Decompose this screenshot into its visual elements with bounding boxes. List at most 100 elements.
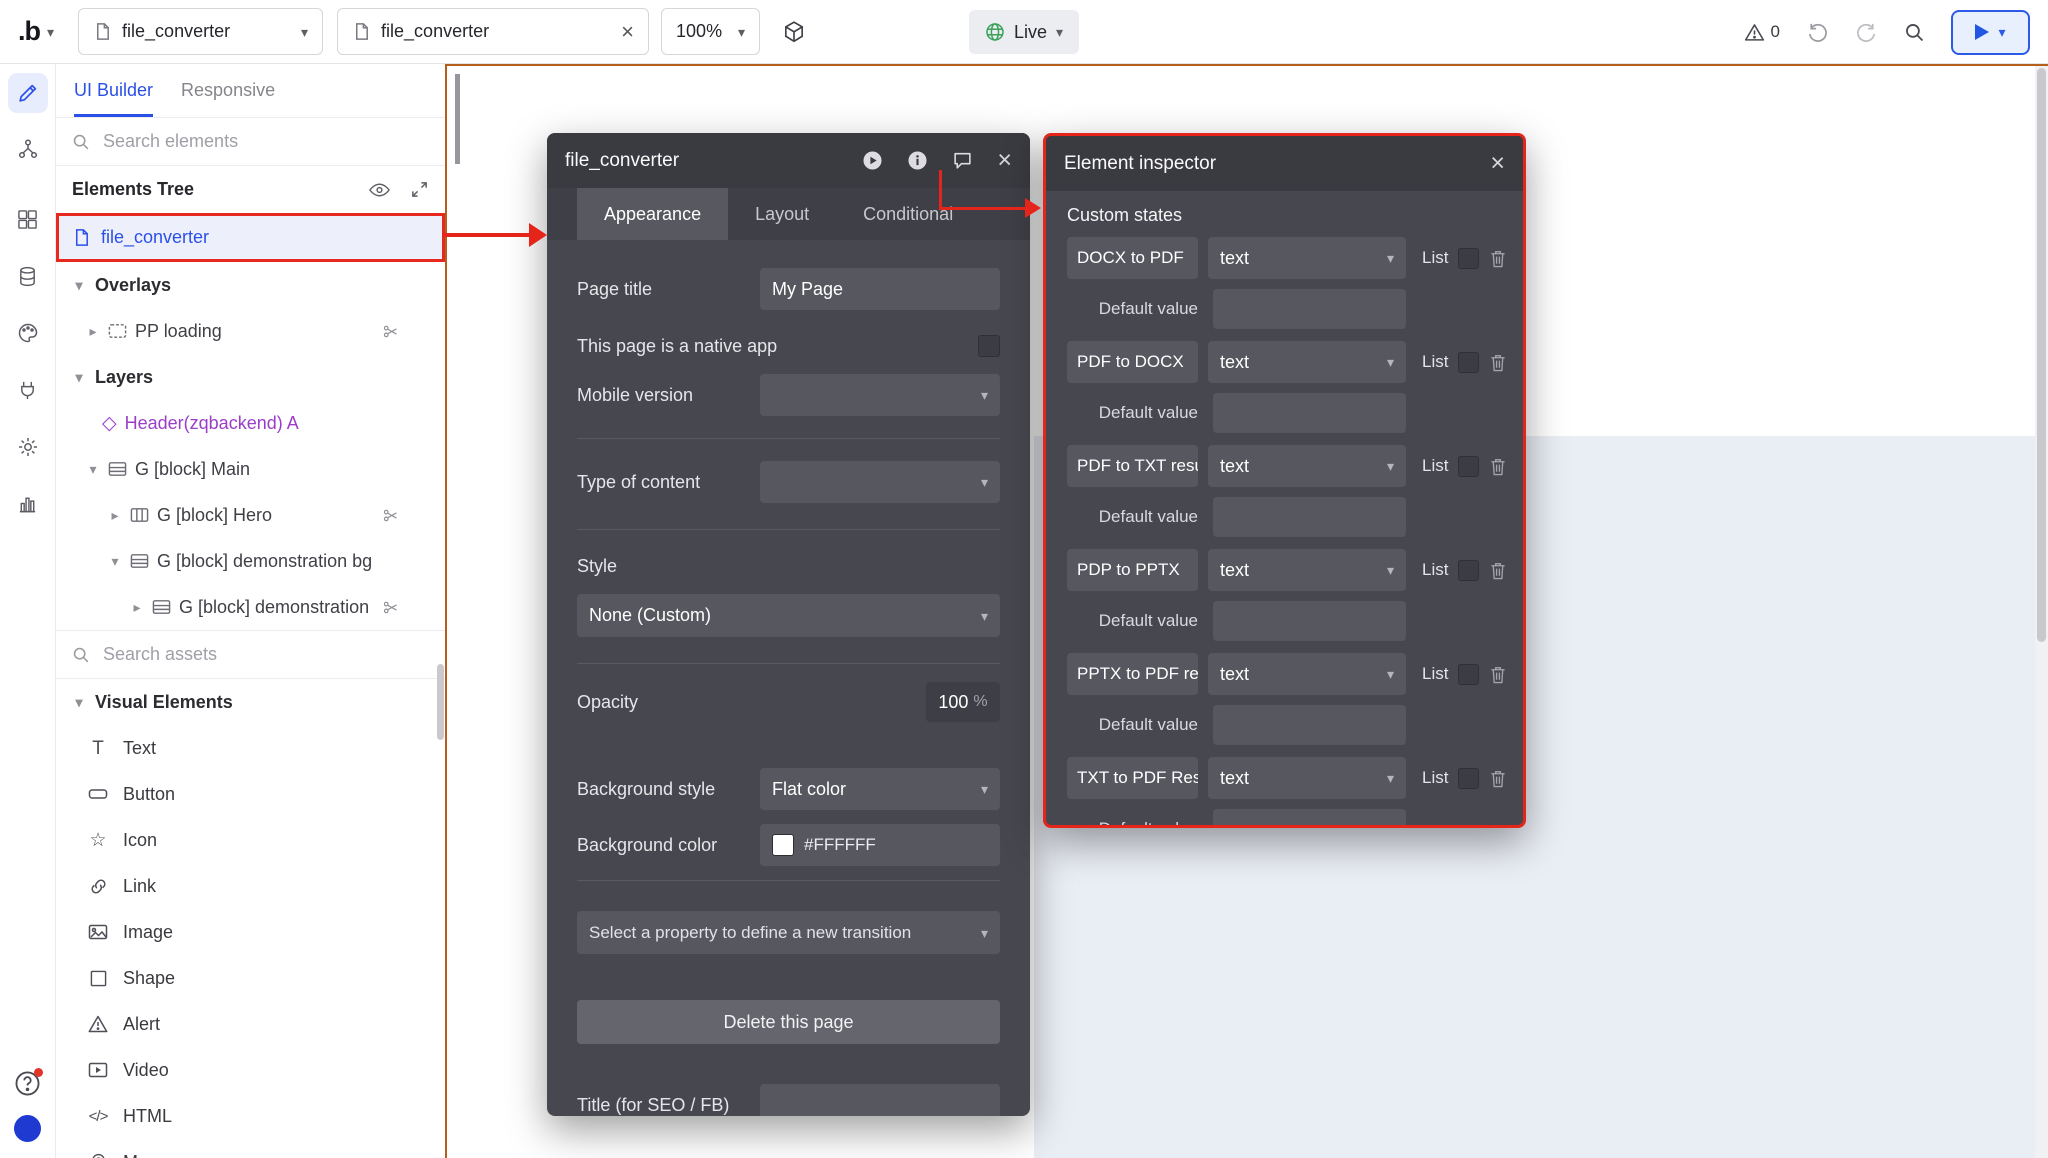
tree-item-g-block-demonstration-bg[interactable]: ▾ G [block] demonstration bg	[56, 538, 445, 584]
state-type-select[interactable]: text▾	[1208, 341, 1406, 383]
trash-icon[interactable]	[1489, 665, 1507, 684]
section-visual-elements[interactable]: ▾ Visual Elements	[56, 679, 445, 725]
live-version-dropdown[interactable]: Live ▾	[969, 10, 1079, 54]
background-style-select[interactable]: Flat color ▾	[760, 768, 1000, 810]
element-inspector-titlebar[interactable]: Element inspector ×	[1046, 136, 1523, 191]
tree-section-overlays[interactable]: ▾ Overlays	[56, 262, 445, 308]
rail-logs-tab[interactable]	[8, 483, 48, 523]
seo-title-input[interactable]	[760, 1084, 1000, 1116]
redo-button[interactable]	[1855, 21, 1878, 44]
help-button[interactable]	[14, 1070, 41, 1097]
trash-icon[interactable]	[1489, 249, 1507, 268]
palette-item-link[interactable]: Link	[56, 863, 445, 909]
palette-item-html[interactable]: </> HTML	[56, 1093, 445, 1139]
tree-item-pp-loading[interactable]: ▸ PP loading	[56, 308, 445, 354]
trash-icon[interactable]	[1489, 457, 1507, 476]
state-type-select[interactable]: text▾	[1208, 445, 1406, 487]
color-swatch[interactable]	[772, 834, 794, 856]
info-icon[interactable]	[907, 150, 928, 171]
rail-data-tab[interactable]	[8, 256, 48, 296]
state-name[interactable]: DOCX to PDF	[1067, 237, 1198, 279]
default-value-input[interactable]	[1213, 809, 1406, 828]
palette-item-video[interactable]: Video	[56, 1047, 445, 1093]
run-icon[interactable]	[862, 150, 883, 171]
palette-item-button[interactable]: Button	[56, 771, 445, 817]
palette-item-image[interactable]: Image	[56, 909, 445, 955]
search-elements-input[interactable]	[101, 130, 429, 153]
style-select[interactable]: None (Custom) ▾	[577, 594, 1000, 637]
default-value-input[interactable]	[1213, 601, 1406, 641]
open-page-tab[interactable]: file_converter ×	[337, 8, 649, 55]
trash-icon[interactable]	[1489, 561, 1507, 580]
expand-icon[interactable]	[410, 180, 429, 199]
palette-item-alert[interactable]: Alert	[56, 1001, 445, 1047]
palette-item-map[interactable]: Map	[56, 1139, 445, 1158]
list-checkbox[interactable]	[1458, 560, 1479, 581]
mobile-version-select[interactable]: ▾	[760, 374, 1000, 416]
default-value-input[interactable]	[1213, 393, 1406, 433]
palette-item-shape[interactable]: Shape	[56, 955, 445, 1001]
tree-item-page-file-converter[interactable]: file_converter	[56, 213, 445, 262]
tab-appearance[interactable]: Appearance	[577, 188, 728, 240]
state-type-select[interactable]: text▾	[1208, 237, 1406, 279]
list-checkbox[interactable]	[1458, 248, 1479, 269]
rail-settings-tab[interactable]	[8, 427, 48, 467]
list-checkbox[interactable]	[1458, 664, 1479, 685]
tab-layout[interactable]: Layout	[728, 188, 836, 240]
page-selector-dropdown[interactable]: file_converter ▾	[78, 8, 323, 55]
list-checkbox[interactable]	[1458, 456, 1479, 477]
tab-conditional[interactable]: Conditional	[836, 188, 980, 240]
property-editor-titlebar[interactable]: file_converter ×	[547, 133, 1030, 188]
close-icon[interactable]: ×	[997, 148, 1012, 173]
rail-plugins-tab[interactable]	[8, 369, 48, 409]
design-canvas[interactable]: file_converter × Appearance Layout	[445, 64, 2048, 1158]
state-name[interactable]: PPTX to PDF re	[1067, 653, 1198, 695]
rail-workflow-tab[interactable]	[8, 129, 48, 169]
canvas-scrollbar[interactable]	[2035, 66, 2048, 1158]
undo-button[interactable]	[1806, 21, 1829, 44]
state-type-select[interactable]: text▾	[1208, 549, 1406, 591]
default-value-input[interactable]	[1213, 497, 1406, 537]
state-name[interactable]: TXT to PDF Res	[1067, 757, 1198, 799]
user-avatar-dot[interactable]	[14, 1115, 41, 1142]
issues-indicator[interactable]: 0	[1744, 22, 1780, 43]
canvas-scrollbar-thumb[interactable]	[2037, 68, 2046, 642]
close-tab-icon[interactable]: ×	[621, 21, 634, 43]
page-title-input[interactable]	[760, 268, 1000, 310]
default-value-input[interactable]	[1213, 289, 1406, 329]
tab-responsive[interactable]: Responsive	[181, 64, 275, 117]
palette-item-icon[interactable]: ☆ Icon	[56, 817, 445, 863]
state-name[interactable]: PDP to PPTX	[1067, 549, 1198, 591]
preview-run-button[interactable]: ▾	[1951, 10, 2030, 55]
rail-design-tab[interactable]	[8, 73, 48, 113]
component-library-button[interactable]	[782, 20, 806, 44]
bubble-logo-menu[interactable]: .b ▾	[18, 16, 54, 47]
native-app-checkbox[interactable]	[978, 335, 1000, 357]
search-assets-input[interactable]	[101, 643, 429, 666]
tree-item-g-block-demonstration[interactable]: ▸ G [block] demonstration	[56, 584, 445, 630]
list-checkbox[interactable]	[1458, 768, 1479, 789]
trash-icon[interactable]	[1489, 353, 1507, 372]
state-name[interactable]: PDF to TXT resu	[1067, 445, 1198, 487]
rail-styles-tab[interactable]	[8, 313, 48, 353]
trash-icon[interactable]	[1489, 769, 1507, 788]
eye-icon[interactable]	[369, 183, 390, 197]
transition-select[interactable]: Select a property to define a new transi…	[577, 911, 1000, 954]
tree-item-header-reusable[interactable]: ◇ Header(zqbackend) A	[56, 400, 445, 446]
tree-item-g-block-main[interactable]: ▾ G [block] Main	[56, 446, 445, 492]
search-icon[interactable]	[1904, 22, 1925, 43]
list-checkbox[interactable]	[1458, 352, 1479, 373]
zoom-dropdown[interactable]: 100% ▾	[661, 8, 760, 55]
background-color-input[interactable]: #FFFFFF	[760, 824, 1000, 866]
tree-section-layers[interactable]: ▾ Layers	[56, 354, 445, 400]
delete-page-button[interactable]: Delete this page	[577, 1000, 1000, 1044]
default-value-input[interactable]	[1213, 705, 1406, 745]
close-icon[interactable]: ×	[1490, 151, 1505, 176]
tab-ui-builder[interactable]: UI Builder	[74, 64, 153, 117]
palette-item-text[interactable]: T Text	[56, 725, 445, 771]
tree-item-g-block-hero[interactable]: ▸ G [block] Hero	[56, 492, 445, 538]
comment-icon[interactable]	[952, 150, 973, 171]
opacity-input[interactable]: 100 %	[926, 682, 1000, 722]
state-name[interactable]: PDF to DOCX	[1067, 341, 1198, 383]
state-type-select[interactable]: text▾	[1208, 757, 1406, 799]
